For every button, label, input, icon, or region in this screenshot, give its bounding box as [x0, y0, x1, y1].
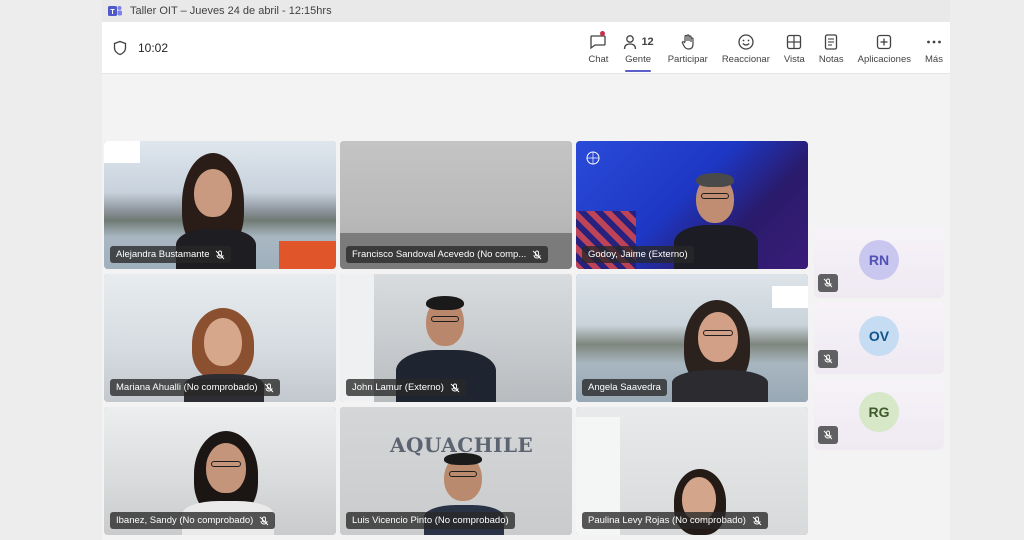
more-button[interactable]: Más	[918, 22, 950, 74]
video-tile[interactable]: Ibanez, Sandy (No comprobado)	[104, 407, 336, 535]
mic-off-icon	[450, 383, 460, 393]
window-title: Taller OIT – Jueves 24 de abril - 12:15h…	[130, 5, 332, 17]
view-button[interactable]: Vista	[777, 22, 812, 74]
notes-label: Notas	[818, 53, 844, 65]
notes-button[interactable]: Notas	[812, 22, 851, 74]
people-count: 12	[641, 35, 654, 48]
mic-off-icon	[264, 383, 274, 393]
participant-name-tag: Alejandra Bustamante	[110, 246, 232, 263]
oit-logo-box	[104, 141, 140, 163]
raise-hand-button[interactable]: Participar	[661, 22, 715, 74]
mic-off-icon	[752, 516, 762, 526]
people-icon-wrap: 12	[622, 32, 654, 52]
participant-name: Paulina Levy Rojas (No comprobado)	[588, 515, 746, 526]
svg-text:T: T	[110, 9, 115, 16]
participant-name-tag: Angela Saavedra	[582, 379, 667, 396]
participant-name-tag: Paulina Levy Rojas (No comprobado)	[582, 512, 768, 529]
meeting-timer: 10:02	[138, 40, 169, 55]
title-bar: T Taller OIT – Jueves 24 de abril - 12:1…	[102, 0, 950, 22]
teams-icon: T	[108, 4, 122, 18]
video-tile[interactable]: Godoy, Jaime (Externo)	[576, 141, 808, 269]
participant-name: John Lamur (Externo)	[352, 382, 444, 393]
participant-name: Ibanez, Sandy (No comprobado)	[116, 515, 254, 526]
participant-name-tag: Ibanez, Sandy (No comprobado)	[110, 512, 276, 529]
participant-name-tag: Godoy, Jaime (Externo)	[582, 246, 694, 263]
video-tile[interactable]: John Lamur (Externo)	[340, 274, 572, 402]
avatar: RG	[859, 392, 899, 432]
oit-logo-box	[772, 286, 808, 308]
chat-label: Chat	[588, 53, 609, 65]
audio-participant-card[interactable]: OV	[814, 302, 944, 374]
mic-off-icon	[532, 250, 542, 260]
view-label: Vista	[783, 53, 805, 65]
video-tile-active-speaker[interactable]: Angela Saavedra	[576, 274, 808, 402]
people-icon	[624, 34, 637, 49]
video-tile[interactable]: Mariana Ahualli (No comprobado)	[104, 274, 336, 402]
participant-name: Francisco Sandoval Acevedo (No comp...	[352, 249, 527, 260]
avatar: OV	[859, 316, 899, 356]
mic-off-icon	[818, 274, 838, 292]
toolbar-actions: Chat 12 Gente Participar Reaccionar Vist…	[581, 22, 950, 74]
video-tile[interactable]: Francisco Sandoval Acevedo (No comp...	[340, 141, 572, 269]
avatar: RN	[859, 240, 899, 280]
mic-off-icon	[259, 516, 269, 526]
chat-button[interactable]: Chat	[581, 22, 615, 74]
apps-label: Aplicaciones	[857, 53, 911, 65]
participant-name-tag: Francisco Sandoval Acevedo (No comp...	[346, 246, 549, 263]
apps-icon	[875, 32, 893, 52]
react-label: Reaccionar	[721, 53, 770, 65]
view-icon	[785, 32, 803, 52]
people-button[interactable]: 12 Gente	[615, 22, 660, 74]
more-icon	[925, 32, 943, 52]
audio-participant-card[interactable]: RG	[814, 378, 944, 450]
participant-name-tag: Mariana Ahualli (No comprobado)	[110, 379, 280, 396]
raise-hand-label: Participar	[667, 53, 708, 65]
video-tile[interactable]: Alejandra Bustamante	[104, 141, 336, 269]
participant-name: Angela Saavedra	[588, 382, 661, 393]
people-label: Gente	[625, 53, 651, 65]
shield-icon[interactable]	[112, 40, 128, 56]
participant-video	[664, 300, 774, 402]
video-tile[interactable]: Paulina Levy Rojas (No comprobado)	[576, 407, 808, 535]
participant-name: Alejandra Bustamante	[116, 249, 210, 260]
teams-meeting-window: T Taller OIT – Jueves 24 de abril - 12:1…	[102, 0, 950, 540]
participant-name: Godoy, Jaime (Externo)	[588, 249, 688, 260]
video-stage: Alejandra Bustamante Francisco Sandoval …	[102, 74, 950, 540]
oit-logo	[586, 151, 600, 165]
banner-strip	[279, 241, 336, 269]
react-button[interactable]: Reaccionar	[715, 22, 777, 74]
audio-participant-card[interactable]: RN	[814, 226, 944, 298]
mic-off-icon	[818, 426, 838, 444]
apps-button[interactable]: Aplicaciones	[851, 22, 918, 74]
meeting-toolbar: 10:02 Chat 12 Gente Participar Reacciona…	[102, 22, 950, 74]
more-label: Más	[925, 53, 943, 65]
mic-off-icon	[818, 350, 838, 368]
participant-name-tag: Luis Vicencio Pinto (No comprobado)	[346, 512, 515, 529]
raise-hand-icon	[679, 32, 697, 52]
participant-name: Luis Vicencio Pinto (No comprobado)	[352, 515, 509, 526]
chat-icon	[588, 32, 608, 52]
participant-name: Mariana Ahualli (No comprobado)	[116, 382, 258, 393]
video-tile[interactable]: AQUACHILE Luis Vicencio Pinto (No compro…	[340, 407, 572, 535]
mic-off-icon	[215, 250, 225, 260]
react-icon	[737, 32, 755, 52]
notes-icon	[822, 32, 840, 52]
participant-name-tag: John Lamur (Externo)	[346, 379, 466, 396]
